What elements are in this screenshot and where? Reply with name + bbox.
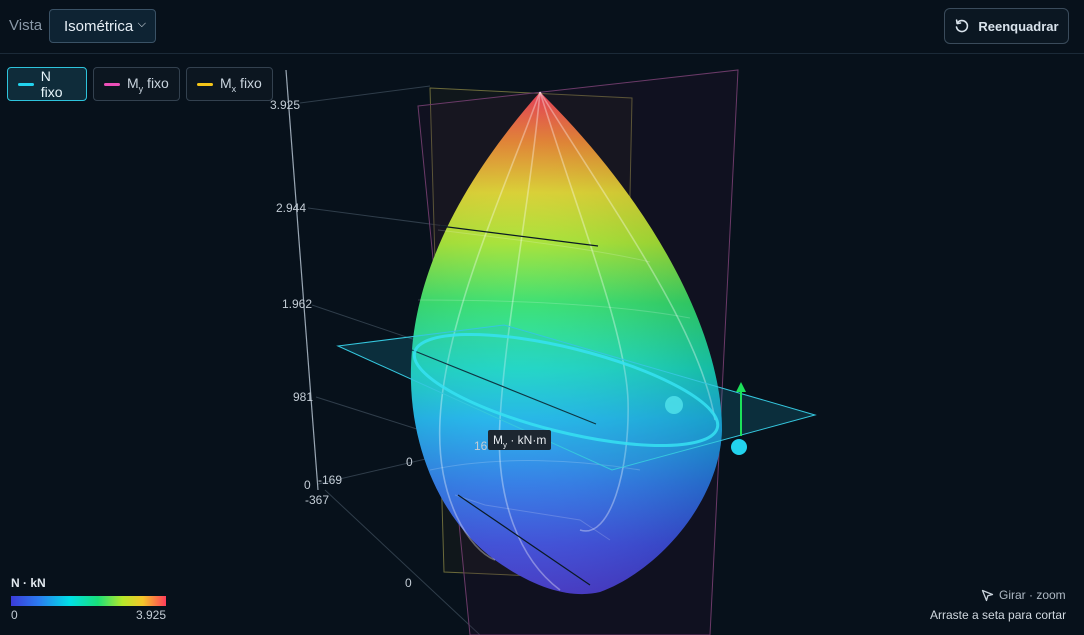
rotate-zoom-hint: Girar · zoom	[981, 588, 1066, 602]
chip-my-fixed-label: My fixo	[127, 74, 169, 94]
my-tick-label: -367	[305, 493, 329, 507]
mx-tick-label: -169	[318, 473, 342, 487]
reframe-button-label: Reenquadrar	[978, 18, 1059, 34]
chip-n-fixed-label: N fixo	[40, 68, 63, 100]
n-tick-label: 1.962	[282, 297, 312, 311]
chip-mx-fixed[interactable]: Mx fixo	[186, 67, 273, 101]
my-tick-label: 0	[406, 455, 413, 469]
cut-point-marker	[665, 396, 683, 414]
view-select-value: Isométrica	[64, 17, 134, 35]
n-tick-label: 3.925	[270, 98, 300, 112]
my-fixed-swatch	[104, 82, 120, 86]
chip-my-fixed[interactable]: My fixo	[93, 67, 180, 101]
rotate-zoom-text: Girar · zoom	[999, 588, 1066, 602]
top-bar: Vista Isométrica ⌵ Reenquadrar	[0, 0, 1084, 54]
axis-tooltip: My · kN·m	[488, 430, 552, 450]
legend-min: 0	[11, 608, 18, 622]
n-tick-label: 0	[304, 478, 311, 492]
n-axis	[285, 69, 319, 491]
chip-n-fixed[interactable]: N fixo	[7, 67, 87, 101]
cut-hint: Arraste a seta para cortar	[930, 608, 1067, 622]
legend-color-bar	[11, 596, 166, 606]
legend-max: 3.925	[135, 608, 166, 622]
reset-view-icon	[956, 19, 969, 33]
color-legend: N · kN 0 3.925	[11, 576, 167, 622]
chip-mx-fixed-label: Mx fixo	[220, 74, 262, 94]
n-fixed-swatch	[18, 82, 34, 86]
n-tick-label: 2.944	[276, 201, 306, 215]
reframe-button[interactable]: Reenquadrar	[944, 8, 1069, 44]
chevron-down-icon: ⌵	[137, 18, 146, 30]
mx-tick-label: 0	[405, 576, 412, 590]
cursor-icon	[981, 589, 994, 601]
n-tick-label: 981	[293, 390, 313, 404]
view-select[interactable]: Isométrica ⌵	[49, 9, 156, 43]
mx-fixed-swatch	[197, 82, 213, 86]
legend-title: N · kN	[11, 576, 46, 590]
view-label: Vista	[9, 17, 43, 34]
